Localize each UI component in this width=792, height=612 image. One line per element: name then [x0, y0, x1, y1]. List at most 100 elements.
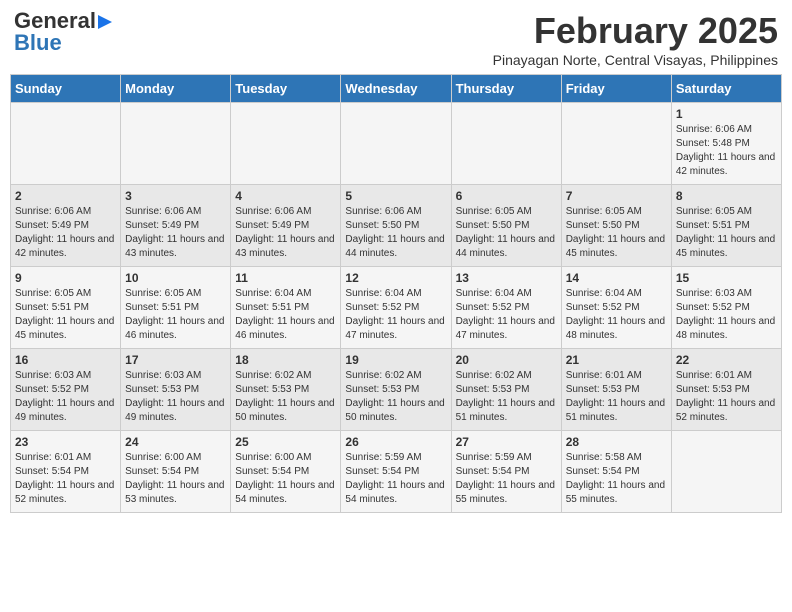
day-number: 1	[676, 107, 777, 121]
calendar-header-row: SundayMondayTuesdayWednesdayThursdayFrid…	[11, 75, 782, 103]
day-number: 25	[235, 435, 336, 449]
title-block: February 2025 Pinayagan Norte, Central V…	[493, 10, 778, 68]
calendar-week-0: 1Sunrise: 6:06 AM Sunset: 5:48 PM Daylig…	[11, 103, 782, 185]
day-number: 4	[235, 189, 336, 203]
day-number: 2	[15, 189, 116, 203]
calendar-cell: 20 Sunrise: 6:02 AM Sunset: 5:53 PM Dayli…	[451, 349, 561, 431]
day-info: Sunrise: 6:00 AM Sunset: 5:54 PM Dayligh…	[125, 451, 226, 507]
day-info: Sunrise: 6:04 AM Sunset: 5:52 PM Dayligh…	[456, 287, 557, 343]
calendar-cell: 22 Sunrise: 6:01 AM Sunset: 5:53 PM Dayli…	[671, 349, 781, 431]
calendar-cell: 13 Sunrise: 6:04 AM Sunset: 5:52 PM Dayli…	[451, 267, 561, 349]
day-number: 23	[15, 435, 116, 449]
calendar-cell: 28Sunrise: 5:58 AM Sunset: 5:54 PM Dayli…	[561, 431, 671, 513]
calendar-cell: 5 Sunrise: 6:06 AM Sunset: 5:50 PM Daylig…	[341, 185, 451, 267]
day-number: 27	[456, 435, 557, 449]
day-info: Sunrise: 6:01 AM Sunset: 5:54 PM Dayligh…	[15, 451, 116, 507]
day-info: Sunrise: 6:05 AM Sunset: 5:50 PM Dayligh…	[566, 205, 667, 261]
day-number: 24	[125, 435, 226, 449]
day-number: 28	[566, 435, 667, 449]
day-info: Sunrise: 6:06 AM Sunset: 5:49 PM Dayligh…	[15, 205, 116, 261]
day-number: 20	[456, 353, 557, 367]
calendar-cell: 1Sunrise: 6:06 AM Sunset: 5:48 PM Daylig…	[671, 103, 781, 185]
calendar-cell	[561, 103, 671, 185]
day-number: 3	[125, 189, 226, 203]
calendar-cell	[451, 103, 561, 185]
calendar-cell	[231, 103, 341, 185]
day-info: Sunrise: 6:05 AM Sunset: 5:51 PM Dayligh…	[676, 205, 777, 261]
day-header-saturday: Saturday	[671, 75, 781, 103]
day-info: Sunrise: 6:06 AM Sunset: 5:50 PM Dayligh…	[345, 205, 446, 261]
calendar-cell: 26Sunrise: 5:59 AM Sunset: 5:54 PM Dayli…	[341, 431, 451, 513]
calendar-cell: 15Sunrise: 6:03 AM Sunset: 5:52 PM Dayli…	[671, 267, 781, 349]
day-header-wednesday: Wednesday	[341, 75, 451, 103]
day-info: Sunrise: 6:01 AM Sunset: 5:53 PM Dayligh…	[566, 369, 667, 425]
calendar-cell: 10Sunrise: 6:05 AM Sunset: 5:51 PM Dayli…	[121, 267, 231, 349]
day-number: 26	[345, 435, 446, 449]
day-info: Sunrise: 6:04 AM Sunset: 5:52 PM Dayligh…	[345, 287, 446, 343]
calendar-cell: 12 Sunrise: 6:04 AM Sunset: 5:52 PM Dayli…	[341, 267, 451, 349]
day-info: Sunrise: 6:06 AM Sunset: 5:49 PM Dayligh…	[235, 205, 336, 261]
calendar-cell	[121, 103, 231, 185]
day-info: Sunrise: 6:02 AM Sunset: 5:53 PM Dayligh…	[456, 369, 557, 425]
day-info: Sunrise: 6:03 AM Sunset: 5:52 PM Dayligh…	[15, 369, 116, 425]
day-info: Sunrise: 6:02 AM Sunset: 5:53 PM Dayligh…	[235, 369, 336, 425]
calendar-cell: 2 Sunrise: 6:06 AM Sunset: 5:49 PM Daylig…	[11, 185, 121, 267]
day-number: 6	[456, 189, 557, 203]
calendar-cell	[11, 103, 121, 185]
day-number: 21	[566, 353, 667, 367]
day-info: Sunrise: 6:04 AM Sunset: 5:51 PM Dayligh…	[235, 287, 336, 343]
month-title: February 2025	[493, 10, 778, 52]
calendar-cell: 24 Sunrise: 6:00 AM Sunset: 5:54 PM Dayli…	[121, 431, 231, 513]
calendar-cell: 21 Sunrise: 6:01 AM Sunset: 5:53 PM Dayli…	[561, 349, 671, 431]
calendar-cell: 6Sunrise: 6:05 AM Sunset: 5:50 PM Daylig…	[451, 185, 561, 267]
day-info: Sunrise: 6:00 AM Sunset: 5:54 PM Dayligh…	[235, 451, 336, 507]
calendar-cell: 4 Sunrise: 6:06 AM Sunset: 5:49 PM Daylig…	[231, 185, 341, 267]
day-number: 22	[676, 353, 777, 367]
calendar-cell: 18 Sunrise: 6:02 AM Sunset: 5:53 PM Dayli…	[231, 349, 341, 431]
calendar-cell: 16Sunrise: 6:03 AM Sunset: 5:52 PM Dayli…	[11, 349, 121, 431]
calendar-cell: 23 Sunrise: 6:01 AM Sunset: 5:54 PM Dayli…	[11, 431, 121, 513]
logo-blue: Blue	[14, 32, 62, 54]
day-info: Sunrise: 6:05 AM Sunset: 5:51 PM Dayligh…	[125, 287, 226, 343]
calendar-body: 1Sunrise: 6:06 AM Sunset: 5:48 PM Daylig…	[11, 103, 782, 513]
calendar-cell: 14 Sunrise: 6:04 AM Sunset: 5:52 PM Dayli…	[561, 267, 671, 349]
day-header-tuesday: Tuesday	[231, 75, 341, 103]
calendar-cell: 17 Sunrise: 6:03 AM Sunset: 5:53 PM Dayli…	[121, 349, 231, 431]
calendar-cell: 9 Sunrise: 6:05 AM Sunset: 5:51 PM Daylig…	[11, 267, 121, 349]
calendar-cell: 25 Sunrise: 6:00 AM Sunset: 5:54 PM Dayli…	[231, 431, 341, 513]
day-header-thursday: Thursday	[451, 75, 561, 103]
page-header: General Blue February 2025 Pinayagan Nor…	[10, 10, 782, 68]
day-number: 14	[566, 271, 667, 285]
location-text: Pinayagan Norte, Central Visayas, Philip…	[493, 52, 778, 68]
day-info: Sunrise: 6:03 AM Sunset: 5:52 PM Dayligh…	[676, 287, 777, 343]
day-number: 9	[15, 271, 116, 285]
day-number: 11	[235, 271, 336, 285]
day-number: 17	[125, 353, 226, 367]
calendar-cell: 27 Sunrise: 5:59 AM Sunset: 5:54 PM Dayli…	[451, 431, 561, 513]
day-info: Sunrise: 5:59 AM Sunset: 5:54 PM Dayligh…	[456, 451, 557, 507]
day-info: Sunrise: 6:04 AM Sunset: 5:52 PM Dayligh…	[566, 287, 667, 343]
day-number: 5	[345, 189, 446, 203]
day-header-friday: Friday	[561, 75, 671, 103]
logo: General Blue	[14, 10, 112, 54]
day-number: 12	[345, 271, 446, 285]
calendar-cell	[671, 431, 781, 513]
day-number: 7	[566, 189, 667, 203]
day-info: Sunrise: 6:01 AM Sunset: 5:53 PM Dayligh…	[676, 369, 777, 425]
calendar-table: SundayMondayTuesdayWednesdayThursdayFrid…	[10, 74, 782, 513]
day-info: Sunrise: 6:05 AM Sunset: 5:51 PM Dayligh…	[15, 287, 116, 343]
day-number: 13	[456, 271, 557, 285]
calendar-cell: 11 Sunrise: 6:04 AM Sunset: 5:51 PM Dayli…	[231, 267, 341, 349]
calendar-week-4: 23 Sunrise: 6:01 AM Sunset: 5:54 PM Dayli…	[11, 431, 782, 513]
calendar-cell: 3 Sunrise: 6:06 AM Sunset: 5:49 PM Daylig…	[121, 185, 231, 267]
day-info: Sunrise: 6:03 AM Sunset: 5:53 PM Dayligh…	[125, 369, 226, 425]
calendar-cell: 19Sunrise: 6:02 AM Sunset: 5:53 PM Dayli…	[341, 349, 451, 431]
day-header-sunday: Sunday	[11, 75, 121, 103]
logo-text: General	[14, 10, 112, 32]
day-info: Sunrise: 6:06 AM Sunset: 5:49 PM Dayligh…	[125, 205, 226, 261]
calendar-cell: 7 Sunrise: 6:05 AM Sunset: 5:50 PM Daylig…	[561, 185, 671, 267]
calendar-week-2: 9 Sunrise: 6:05 AM Sunset: 5:51 PM Daylig…	[11, 267, 782, 349]
day-number: 8	[676, 189, 777, 203]
calendar-week-1: 2 Sunrise: 6:06 AM Sunset: 5:49 PM Daylig…	[11, 185, 782, 267]
day-number: 18	[235, 353, 336, 367]
